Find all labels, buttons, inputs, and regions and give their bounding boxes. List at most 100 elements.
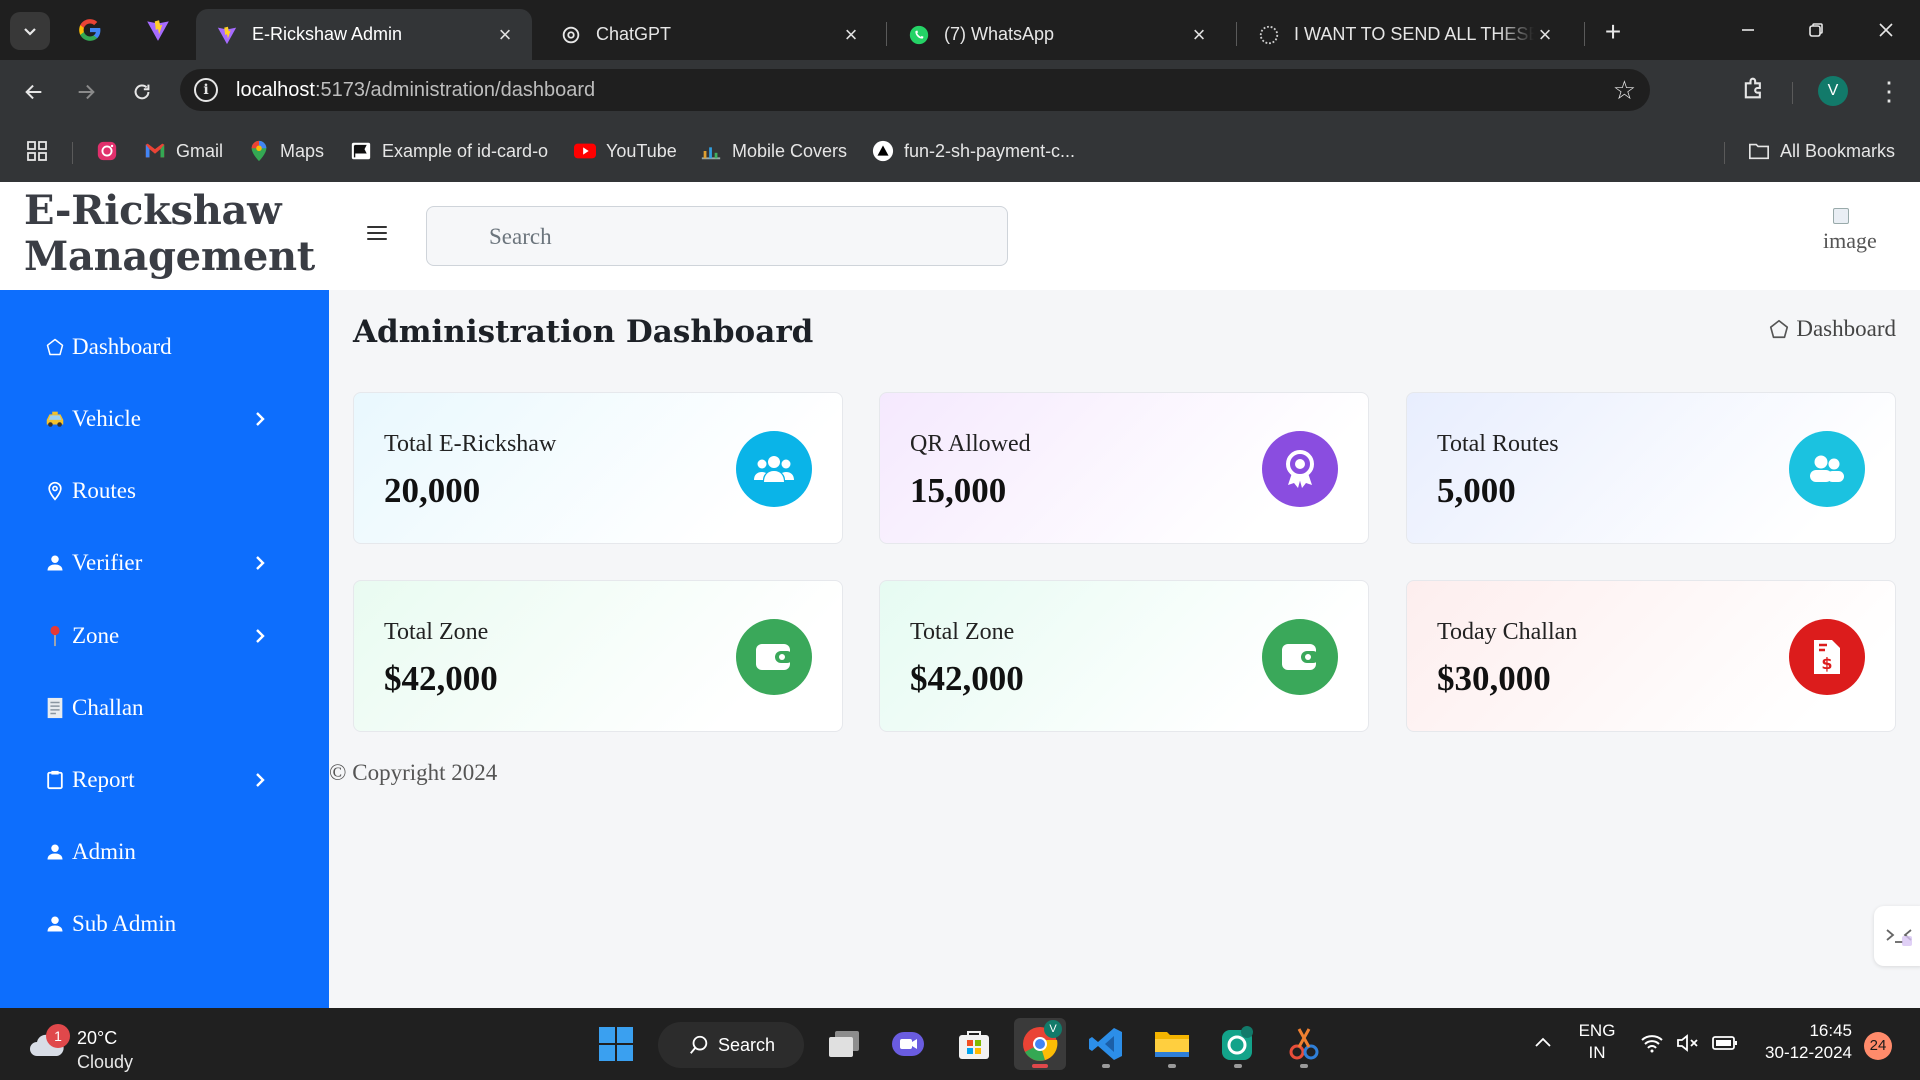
tab-search-button[interactable] xyxy=(10,12,50,50)
bookmarks-bar: Gmail Maps Example of id-card-o YouTube … xyxy=(0,120,1920,182)
restore-button[interactable] xyxy=(1796,14,1836,46)
breadcrumb[interactable]: Dashboard xyxy=(1768,316,1896,342)
region-code: IN xyxy=(1588,1043,1606,1062)
apps-grid-icon xyxy=(27,141,47,161)
bookmark-star-icon[interactable]: ☆ xyxy=(1613,75,1636,106)
wifi-icon xyxy=(1641,1035,1663,1053)
apps-grid-button[interactable] xyxy=(26,138,48,164)
close-icon xyxy=(1879,23,1893,37)
hamburger-menu-icon[interactable] xyxy=(367,226,387,244)
sidebar-item-report[interactable]: Report xyxy=(44,760,284,800)
award-icon xyxy=(1262,431,1338,507)
brand-line-2: Management xyxy=(24,233,315,280)
start-button[interactable] xyxy=(590,1018,642,1070)
taskbar-search[interactable]: Search xyxy=(658,1022,804,1068)
bookmark-separator xyxy=(1724,142,1725,164)
code-tag-icon xyxy=(1886,929,1912,946)
bookmark-payment[interactable]: fun-2-sh-payment-c... xyxy=(872,138,1075,164)
tab-whatsapp[interactable]: (7) WhatsApp × xyxy=(888,9,1226,60)
profile-image-broken[interactable]: image xyxy=(1823,208,1895,258)
pinned-tab-vite[interactable] xyxy=(142,14,174,46)
profile-badge: V xyxy=(1044,1020,1062,1038)
tab-e-rickshaw-admin[interactable]: E-Rickshaw Admin × xyxy=(196,9,532,60)
stat-card-qr-allowed[interactable]: QR Allowed 15,000 xyxy=(879,392,1369,544)
search-input[interactable] xyxy=(489,223,969,251)
site-info-icon[interactable]: i xyxy=(194,78,218,102)
bookmark-maps[interactable]: Maps xyxy=(248,138,324,164)
youtube-icon xyxy=(574,140,596,162)
arrow-left-icon xyxy=(25,84,42,100)
sidebar-item-challan[interactable]: Challan xyxy=(44,688,284,728)
new-tab-button[interactable]: + xyxy=(1596,16,1630,50)
scissors-icon xyxy=(1289,1028,1319,1060)
tab-chatgpt[interactable]: ChatGPT × xyxy=(540,9,878,60)
address-bar[interactable]: i localhost:5173/administration/dashboar… xyxy=(180,69,1650,111)
system-clock[interactable]: 16:45 30-12-2024 xyxy=(1752,1020,1852,1064)
reload-button[interactable] xyxy=(124,74,160,110)
sidebar-item-admin[interactable]: Admin xyxy=(44,832,284,872)
taskbar-snipping-tool[interactable] xyxy=(1278,1018,1330,1070)
weather-badge: 1 xyxy=(46,1024,70,1048)
stat-card-total-e-rickshaw[interactable]: Total E-Rickshaw 20,000 xyxy=(353,392,843,544)
sidebar-item-sub-admin[interactable]: Sub Admin xyxy=(44,904,284,944)
bookmark-id-card[interactable]: Example of id-card-o xyxy=(350,138,548,164)
dashboard-icon xyxy=(44,336,66,358)
minimize-button[interactable] xyxy=(1728,14,1768,46)
stat-card-today-challan[interactable]: Today Challan $30,000 $ xyxy=(1406,580,1896,732)
bookmark-youtube[interactable]: YouTube xyxy=(574,138,677,164)
back-button[interactable] xyxy=(16,74,52,110)
folder-icon xyxy=(1748,140,1770,162)
taskbar-file-explorer[interactable] xyxy=(1146,1018,1198,1070)
close-icon[interactable]: × xyxy=(1188,23,1210,46)
system-tray[interactable] xyxy=(1640,1032,1738,1056)
floating-devtools-button[interactable] xyxy=(1874,906,1920,966)
profile-avatar[interactable]: V xyxy=(1818,76,1848,106)
taskbar-meet[interactable] xyxy=(882,1018,934,1070)
stat-card-total-routes[interactable]: Total Routes 5,000 xyxy=(1406,392,1896,544)
notification-badge[interactable]: 24 xyxy=(1864,1032,1892,1060)
stat-value: 5,000 xyxy=(1437,471,1516,510)
sidebar-item-dashboard[interactable]: Dashboard xyxy=(44,327,284,367)
taskbar-app-green[interactable] xyxy=(1212,1018,1264,1070)
bookmark-mobile-covers[interactable]: Mobile Covers xyxy=(700,138,847,164)
stat-value: $42,000 xyxy=(384,659,498,698)
app-brand[interactable]: E-Rickshaw Management xyxy=(0,182,329,290)
taskbar-chrome[interactable]: V xyxy=(1014,1018,1066,1070)
all-bookmarks-button[interactable]: All Bookmarks xyxy=(1748,138,1895,164)
sidebar-item-label: Dashboard xyxy=(72,334,172,359)
stat-card-total-zone-2[interactable]: Total Zone $42,000 xyxy=(879,580,1369,732)
taskbar-vscode[interactable] xyxy=(1080,1018,1132,1070)
url-text[interactable]: localhost:5173/administration/dashboard xyxy=(236,79,595,102)
tray-overflow-chevron-icon[interactable] xyxy=(1532,1032,1556,1056)
task-view-button[interactable] xyxy=(818,1018,870,1070)
extensions-button[interactable] xyxy=(1740,74,1772,106)
sidebar-item-label: Routes xyxy=(72,478,136,503)
close-icon[interactable]: × xyxy=(840,23,862,46)
toolbar-separator xyxy=(1792,82,1793,104)
taskbar-store[interactable] xyxy=(948,1018,1000,1070)
task-view-icon xyxy=(829,1031,859,1057)
weather-widget[interactable]: 1 20°C Cloudy xyxy=(22,1022,142,1072)
bookmark-instagram[interactable] xyxy=(96,138,128,164)
search-box[interactable] xyxy=(426,206,1008,266)
tab-send-files[interactable]: I WANT TO SEND ALL THESE F × xyxy=(1238,9,1572,60)
person-icon xyxy=(44,552,66,574)
clipboard-icon xyxy=(44,769,66,791)
close-window-button[interactable] xyxy=(1866,14,1906,46)
bookmark-gmail[interactable]: Gmail xyxy=(144,138,223,164)
stat-card-total-zone[interactable]: Total Zone $42,000 xyxy=(353,580,843,732)
instagram-icon xyxy=(96,140,118,162)
sidebar-item-routes[interactable]: Routes xyxy=(44,471,284,511)
pinned-tab-google[interactable] xyxy=(74,14,106,46)
close-icon[interactable]: × xyxy=(1534,23,1556,46)
chevron-down-icon xyxy=(24,28,36,36)
sidebar-item-verifier[interactable]: Verifier xyxy=(44,543,284,583)
close-icon[interactable]: × xyxy=(494,23,516,46)
sidebar-item-zone[interactable]: Zone xyxy=(44,616,284,656)
language-indicator[interactable]: ENG IN xyxy=(1572,1020,1622,1064)
triangle-logo-icon xyxy=(872,140,894,162)
forward-button[interactable] xyxy=(68,74,104,110)
bookmark-label: fun-2-sh-payment-c... xyxy=(904,140,1076,161)
sidebar-item-vehicle[interactable]: Vehicle xyxy=(44,399,284,439)
more-menu-icon[interactable]: ⋮ xyxy=(1876,76,1902,106)
